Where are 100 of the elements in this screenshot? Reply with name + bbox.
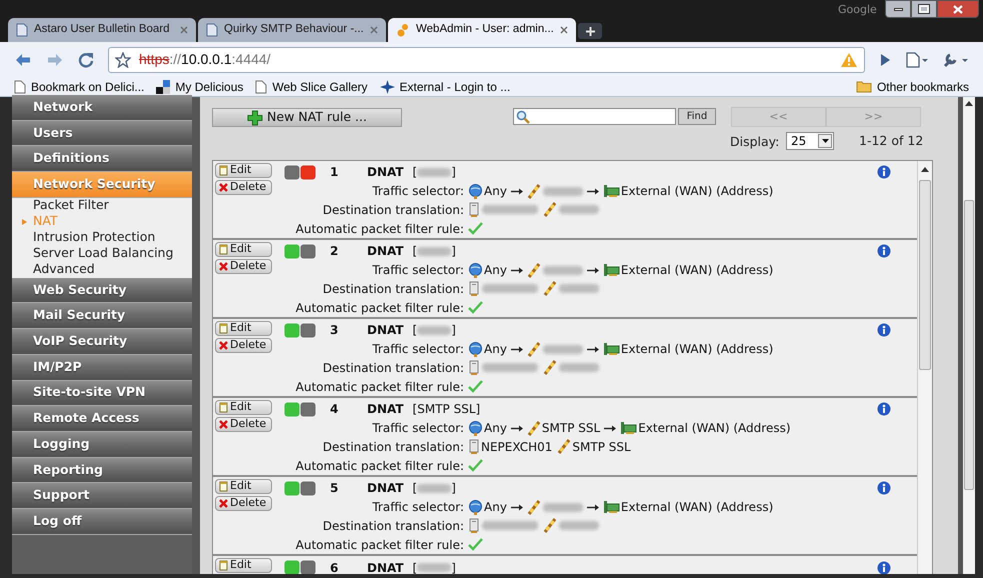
bracket-text: [ xyxy=(412,243,418,260)
status-toggle[interactable] xyxy=(284,560,316,574)
search-icon xyxy=(516,110,530,124)
arrow-icon xyxy=(603,424,618,432)
nav-section[interactable]: Reporting xyxy=(12,458,192,484)
field-label: Traffic selector: xyxy=(371,420,464,438)
browser-tab[interactable]: Astaro User Bulletin Board xyxy=(8,18,196,42)
minimize-button[interactable] xyxy=(885,0,911,18)
close-icon[interactable] xyxy=(370,26,378,34)
new-rule-button[interactable]: New NAT rule ... xyxy=(212,108,402,127)
nav-section[interactable]: Remote Access xyxy=(12,406,192,432)
frame-label: Google xyxy=(838,2,877,18)
wrench-icon[interactable] xyxy=(943,52,969,68)
nav-section[interactable]: Support xyxy=(12,483,192,509)
nav-section[interactable]: Site-to-site VPN xyxy=(12,380,192,406)
page-scrollbar[interactable] xyxy=(958,97,975,574)
delete-button[interactable]: Delete xyxy=(215,259,272,274)
rule-type: DNAT xyxy=(367,480,404,498)
edit-button[interactable]: Edit xyxy=(215,242,272,257)
delete-button[interactable]: Delete xyxy=(215,338,272,353)
scroll-up-icon[interactable] xyxy=(965,101,973,106)
nav-section[interactable]: Definitions xyxy=(12,146,192,172)
star-icon[interactable] xyxy=(115,52,131,68)
browser-tab[interactable]: Quirky SMTP Behaviour -... xyxy=(198,18,386,42)
nav-section[interactable]: Web Security xyxy=(12,278,192,304)
edit-button[interactable]: Edit xyxy=(215,400,272,415)
close-icon[interactable] xyxy=(180,26,188,34)
value-text: External (WAN) (Address) xyxy=(638,420,791,438)
nav-section[interactable]: Log off xyxy=(12,508,192,535)
status-toggle[interactable] xyxy=(284,480,316,496)
rule-number: 5 xyxy=(329,480,340,498)
delete-icon xyxy=(219,262,228,271)
find-button[interactable]: Find xyxy=(678,108,716,125)
edit-button[interactable]: Edit xyxy=(215,479,272,494)
new-tab-button[interactable] xyxy=(578,23,602,39)
delete-icon xyxy=(219,183,228,192)
delete-button[interactable]: Delete xyxy=(215,417,272,432)
info-icon[interactable] xyxy=(877,165,891,180)
maximize-button[interactable] xyxy=(911,0,937,18)
nav-section[interactable]: IM/P2P xyxy=(12,354,192,380)
arrow-icon xyxy=(586,503,600,512)
status-toggle[interactable] xyxy=(284,164,316,180)
bracket-text: ] xyxy=(451,322,456,340)
bookmark-link[interactable]: Web Slice Gallery xyxy=(272,78,368,96)
info-icon[interactable] xyxy=(877,244,891,258)
close-button[interactable] xyxy=(937,0,979,18)
close-icon[interactable] xyxy=(560,26,568,34)
status-toggle[interactable] xyxy=(284,244,316,259)
arrow-icon xyxy=(510,503,524,512)
display-select[interactable]: 25 xyxy=(786,132,834,150)
globe-icon xyxy=(468,420,483,436)
nav-section[interactable]: Users xyxy=(12,120,192,146)
value-text: SMTP SSL xyxy=(542,420,600,438)
edit-button[interactable]: Edit xyxy=(215,558,272,573)
nav-section[interactable]: Mail Security xyxy=(12,303,192,330)
browser-tab[interactable]: WebAdmin - User: admin... xyxy=(388,18,576,42)
play-icon[interactable] xyxy=(879,52,891,66)
network-card-icon xyxy=(602,500,620,514)
delete-button[interactable]: Delete xyxy=(215,496,272,511)
bookmark-link[interactable]: External - Login to ... xyxy=(400,78,510,96)
info-icon[interactable] xyxy=(877,560,891,574)
bookmark-link[interactable]: Bookmark on Delici... xyxy=(31,78,144,96)
dropdown-icon xyxy=(818,134,832,148)
connector-icon xyxy=(526,420,541,436)
nav-section[interactable]: Logging xyxy=(12,432,192,458)
edit-button[interactable]: Edit xyxy=(215,321,272,336)
status-toggle[interactable] xyxy=(284,402,316,417)
bookmark-link[interactable]: My Delicious xyxy=(175,78,244,96)
arrow-icon xyxy=(586,345,600,354)
bookmark-link[interactable]: Other bookmarks xyxy=(876,78,969,96)
list-scrollbar[interactable] xyxy=(917,161,932,574)
arrow-icon xyxy=(510,187,524,196)
scroll-up-icon[interactable] xyxy=(921,167,929,172)
page-menu-icon[interactable] xyxy=(905,52,929,68)
reload-icon[interactable] xyxy=(78,52,94,68)
value-text: External (WAN) (Address) xyxy=(620,183,774,200)
network-card-icon xyxy=(602,184,620,198)
field-label: Traffic selector: xyxy=(371,499,464,516)
info-icon[interactable] xyxy=(877,323,891,338)
plus-icon xyxy=(247,110,264,126)
server-icon xyxy=(468,438,480,455)
edit-button[interactable]: Edit xyxy=(215,163,272,178)
info-icon[interactable] xyxy=(877,402,891,416)
rule-number: 6 xyxy=(329,560,340,574)
delete-button[interactable]: Delete xyxy=(215,180,272,195)
notepad-icon xyxy=(219,560,228,571)
rule-number: 2 xyxy=(329,243,340,260)
status-toggle[interactable] xyxy=(284,322,316,338)
back-icon[interactable] xyxy=(14,52,32,68)
search-field[interactable] xyxy=(513,108,676,125)
nav-section[interactable]: Network xyxy=(12,95,192,121)
arrow-icon xyxy=(586,266,600,274)
plus-icon xyxy=(586,26,594,36)
notepad-icon xyxy=(219,244,228,255)
rule-type: DNAT xyxy=(367,560,404,574)
address-field[interactable]: https://10.0.0.1:4444/ xyxy=(108,46,865,72)
connector-icon xyxy=(557,439,572,454)
info-icon[interactable] xyxy=(877,481,891,496)
nav-section[interactable]: VoIP Security xyxy=(12,329,192,355)
tab-title: WebAdmin - User: admin... xyxy=(416,22,554,38)
